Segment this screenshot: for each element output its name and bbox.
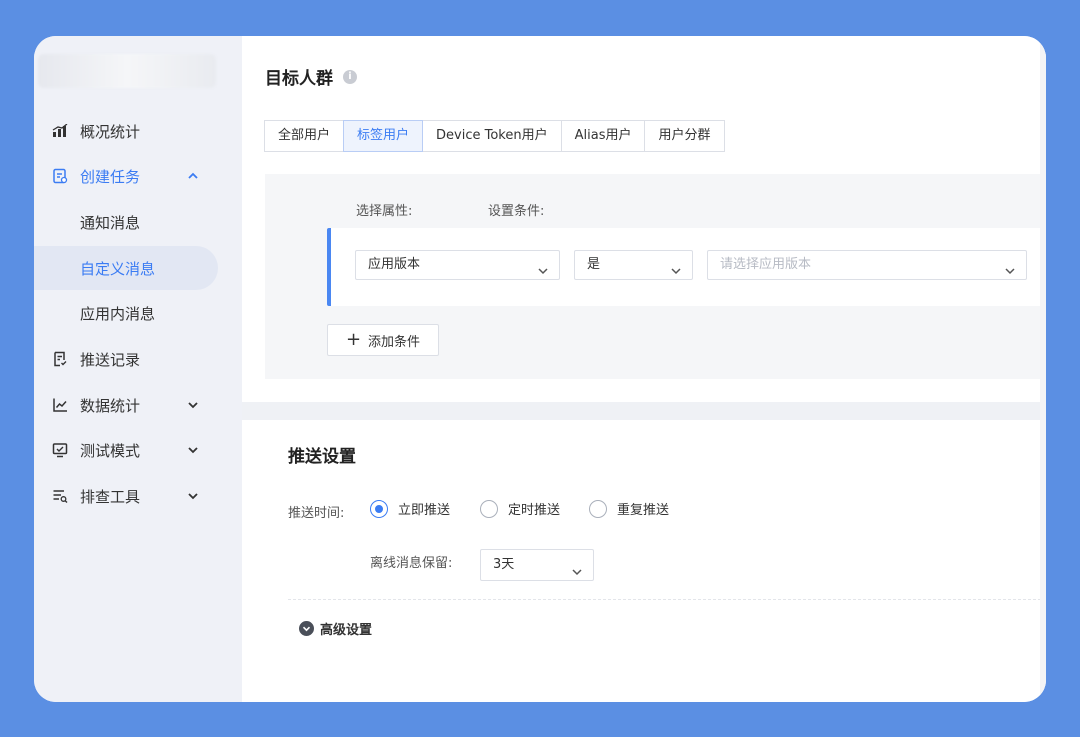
chevron-down-icon[interactable] <box>184 487 202 505</box>
sidebar-item-test-mode[interactable]: 测试模式 <box>34 428 242 472</box>
chevron-down-icon[interactable] <box>184 441 202 459</box>
tab-device-token-users[interactable]: Device Token用户 <box>422 120 562 152</box>
sidebar: 概况统计 创建任务 通知消息 自定义消息 应用内消息 推送记录 数据统计 测试模… <box>34 36 242 702</box>
push-time-label: 推送时间: <box>288 506 345 521</box>
app-window: 概况统计 创建任务 通知消息 自定义消息 应用内消息 推送记录 数据统计 测试模… <box>34 36 1046 702</box>
chevron-up-icon[interactable] <box>184 167 202 185</box>
offline-retention-select[interactable]: 3天 <box>480 549 594 581</box>
task-doc-icon <box>51 167 69 185</box>
operator-select[interactable]: 是 <box>574 250 693 280</box>
attribute-select[interactable]: 应用版本 <box>355 250 560 280</box>
bar-chart-icon <box>51 122 69 140</box>
sidebar-item-label: 测试模式 <box>80 441 141 460</box>
radio-immediate-push[interactable]: 立即推送 <box>370 499 450 518</box>
radio-circle <box>480 499 498 518</box>
record-doc-icon <box>51 350 69 368</box>
chevron-down-icon <box>670 260 682 275</box>
main-content: 目标人群 全部用户 标签用户 Device Token用户 Alias用户 用户… <box>242 36 1046 702</box>
scrollbar-track[interactable] <box>1040 36 1046 702</box>
sidebar-item-label: 推送记录 <box>80 350 141 369</box>
sidebar-subitem-in-app-message[interactable]: 应用内消息 <box>34 291 218 335</box>
section-divider <box>242 402 1046 420</box>
sidebar-item-label: 排查工具 <box>80 487 141 506</box>
sidebar-item-label: 数据统计 <box>80 396 141 415</box>
info-icon[interactable] <box>343 69 357 84</box>
set-condition-label: 设置条件: <box>488 204 545 219</box>
chevron-down-icon[interactable] <box>184 396 202 414</box>
chevron-down-icon <box>571 560 583 576</box>
sidebar-item-push-records[interactable]: 推送记录 <box>34 337 242 381</box>
plus-icon: + <box>345 329 362 350</box>
offline-retention-label: 离线消息保留: <box>370 556 453 571</box>
condition-panel: 选择属性: 设置条件: 应用版本 是 请选择应用版本 + 添加条件 <box>265 174 1046 379</box>
chevron-down-icon <box>537 260 549 275</box>
sidebar-item-overview[interactable]: 概况统计 <box>34 109 242 153</box>
radio-circle <box>589 499 607 518</box>
condition-row: 应用版本 是 请选择应用版本 <box>327 228 1046 306</box>
add-condition-button[interactable]: + 添加条件 <box>327 324 439 356</box>
sidebar-subitem-custom-message[interactable]: 自定义消息 <box>34 246 218 290</box>
push-settings-title: 推送设置 <box>288 447 356 467</box>
sidebar-item-data-stats[interactable]: 数据统计 <box>34 383 242 427</box>
tab-all-users[interactable]: 全部用户 <box>264 120 345 152</box>
sidebar-item-troubleshoot-tools[interactable]: 排查工具 <box>34 474 242 518</box>
tab-tag-users[interactable]: 标签用户 <box>343 120 424 152</box>
dashed-divider <box>288 599 1046 600</box>
monitor-icon <box>51 441 69 459</box>
list-tool-icon <box>51 487 69 505</box>
sidebar-subitem-notification[interactable]: 通知消息 <box>34 200 218 244</box>
chevron-down-icon <box>1004 260 1016 275</box>
select-attribute-label: 选择属性: <box>356 204 413 219</box>
radio-repeat-push[interactable]: 重复推送 <box>589 499 669 518</box>
tab-alias-users[interactable]: Alias用户 <box>560 120 646 152</box>
line-chart-icon <box>51 396 69 414</box>
tab-user-segments[interactable]: 用户分群 <box>644 120 725 152</box>
chevron-down-circle-icon <box>299 621 314 636</box>
radio-circle <box>370 499 388 518</box>
target-audience-title: 目标人群 <box>265 64 357 89</box>
sidebar-item-create-task[interactable]: 创建任务 <box>34 154 242 198</box>
sidebar-item-label: 创建任务 <box>80 167 141 186</box>
sidebar-item-label: 概况统计 <box>80 122 141 141</box>
advanced-settings-toggle[interactable]: 高级设置 <box>299 619 372 638</box>
radio-scheduled-push[interactable]: 定时推送 <box>480 499 560 518</box>
app-version-select[interactable]: 请选择应用版本 <box>707 250 1027 280</box>
app-logo-blurred <box>38 54 216 88</box>
audience-tabs: 全部用户 标签用户 Device Token用户 Alias用户 用户分群 <box>264 120 725 152</box>
